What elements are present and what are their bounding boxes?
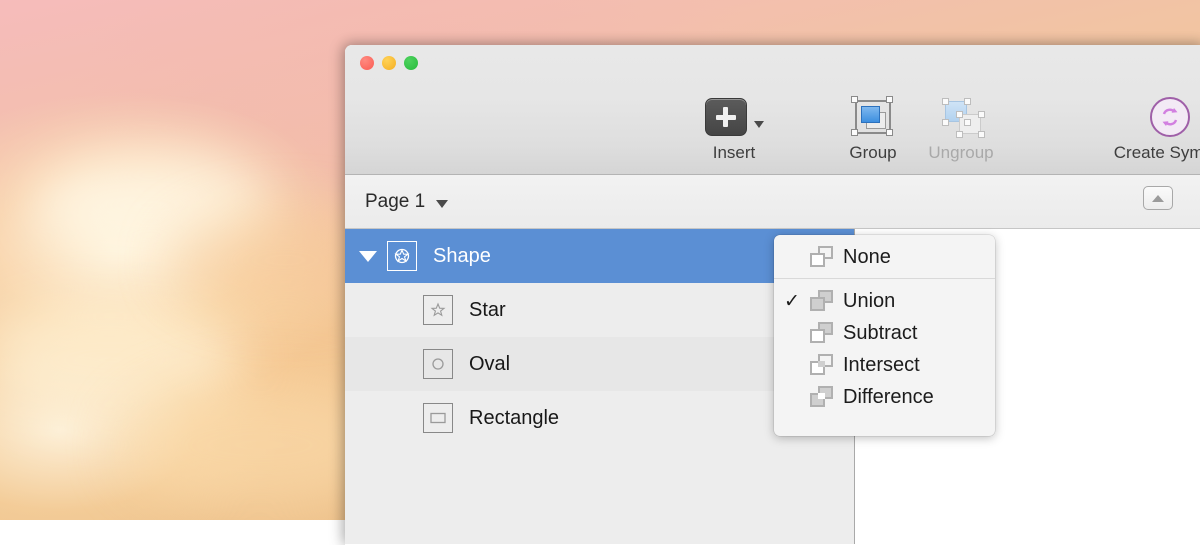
window-controls	[360, 56, 418, 70]
menu-item-difference[interactable]: Difference	[774, 381, 995, 413]
menu-item-label: Subtract	[843, 321, 918, 344]
group-label: Group	[849, 143, 897, 162]
toolbar: Insert Group Ungroup Create Sym	[345, 45, 1200, 175]
page-name-label: Page 1	[365, 190, 426, 212]
menu-item-subtract[interactable]: Subtract	[774, 317, 995, 349]
boolean-difference-icon	[810, 386, 834, 408]
collapse-up-icon	[1152, 194, 1164, 202]
star-icon	[423, 295, 453, 325]
minimize-button[interactable]	[382, 56, 396, 70]
boolean-intersect-icon	[810, 354, 834, 376]
ungroup-label: Ungroup	[928, 143, 994, 162]
refresh-arrows-glyph	[1162, 108, 1178, 126]
app-window: Insert Group Ungroup Create Sym Page 1 S…	[345, 45, 1200, 545]
chevron-down-icon[interactable]	[436, 199, 449, 208]
zoom-button[interactable]	[404, 56, 418, 70]
layer-name-label: Star	[469, 298, 506, 321]
menu-item-label: Difference	[843, 385, 934, 408]
group-icon	[849, 95, 897, 139]
menu-separator	[774, 278, 995, 279]
ungroup-icon	[937, 95, 985, 139]
close-button[interactable]	[360, 56, 374, 70]
combined-shape-icon	[387, 241, 417, 271]
insert-icon-group	[704, 93, 764, 141]
menu-item-none[interactable]: None	[774, 241, 995, 273]
menu-item-union[interactable]: ✓ Union	[774, 285, 995, 317]
create-symbol-icon-wrap	[1150, 93, 1190, 141]
check-slot: ✓	[784, 290, 800, 312]
ungroup-icon-wrap	[937, 93, 985, 141]
toolbar-items: Insert Group Ungroup Create Sym	[345, 93, 1200, 169]
oval-icon	[423, 349, 453, 379]
rectangle-icon	[423, 403, 453, 433]
page-selector[interactable]: Page 1	[365, 191, 425, 213]
menu-item-label: None	[843, 245, 891, 268]
menu-item-intersect[interactable]: Intersect	[774, 349, 995, 381]
layer-name-label: Shape	[433, 244, 491, 267]
toolbar-ungroup-button[interactable]: Ungroup	[901, 93, 1021, 163]
boolean-subtract-icon	[810, 322, 834, 344]
boolean-none-icon	[810, 246, 834, 268]
menu-item-label: Union	[843, 289, 896, 312]
boolean-union-icon	[810, 290, 834, 312]
page-bar: Page 1	[345, 175, 1200, 229]
insert-label: Insert	[712, 143, 756, 162]
create-symbol-label: Create Symbol	[1113, 143, 1200, 162]
menu-item-label: Intersect	[843, 353, 920, 376]
layer-name-label: Rectangle	[469, 406, 560, 429]
toolbar-create-symbol-button[interactable]: Create Symbol	[1095, 93, 1200, 163]
collapse-panel-button[interactable]	[1143, 186, 1173, 210]
disclosure-triangle-icon[interactable]	[359, 250, 377, 262]
create-symbol-icon	[1150, 97, 1190, 137]
group-icon-wrap	[849, 93, 897, 141]
boolean-operation-menu: None ✓ Union Subtract Intersect Differen…	[774, 235, 995, 436]
chevron-down-icon[interactable]	[753, 120, 764, 128]
plus-square-icon[interactable]	[704, 98, 747, 136]
toolbar-insert-button[interactable]: Insert	[674, 93, 794, 163]
layer-name-label: Oval	[469, 352, 511, 375]
